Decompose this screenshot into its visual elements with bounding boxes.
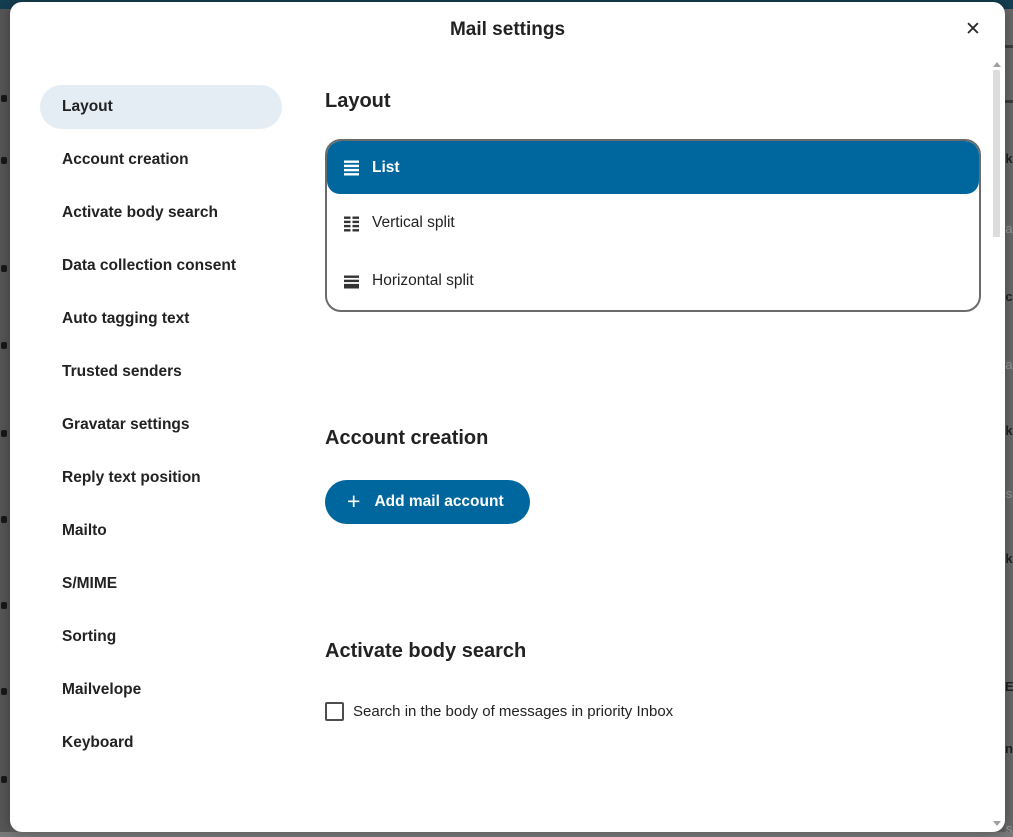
section-layout: Layout List Vertical split Horizontal spli…: [325, 88, 981, 312]
plus-icon: +: [347, 490, 360, 513]
backdrop-app-icon-fragment: [1, 430, 7, 437]
backdrop-text-fragment: k: [1005, 424, 1013, 437]
backdrop-app-icon-fragment: [1, 95, 7, 102]
body-search-heading: Activate body search: [325, 638, 981, 664]
add-mail-account-button[interactable]: + Add mail account: [325, 480, 530, 524]
content-scrollbar[interactable]: [992, 60, 1000, 828]
sidebar-item-account-creation[interactable]: Account creation: [40, 138, 282, 182]
backdrop-divider-fragment: [1005, 100, 1013, 103]
sidebar-item-sorting[interactable]: Sorting: [40, 615, 282, 659]
layout-option-vertical-split[interactable]: Vertical split: [327, 194, 979, 252]
layout-option-label: Vertical split: [372, 214, 455, 232]
layout-option-horizontal-split[interactable]: Horizontal split: [327, 252, 979, 310]
section-account-creation: Account creation + Add mail account: [325, 425, 981, 524]
backdrop-text-fragment: c: [1005, 290, 1013, 303]
backdrop-app-icon-fragment: [1, 776, 7, 783]
vertical-split-icon: [343, 215, 360, 232]
account-creation-heading: Account creation: [325, 425, 981, 451]
sidebar-item-auto-tagging-text[interactable]: Auto tagging text: [40, 297, 282, 341]
backdrop-app-icon-fragment: [1, 602, 7, 609]
list-icon: [343, 159, 360, 176]
dialog-body: Layout Account creation Activate body sear…: [10, 58, 1005, 774]
layout-heading: Layout: [325, 88, 981, 114]
backdrop-divider-fragment: [1005, 45, 1013, 48]
layout-option-group: List Vertical split Horizontal split: [325, 139, 981, 312]
add-mail-account-label: Add mail account: [374, 493, 503, 511]
body-search-checkbox-label[interactable]: Search in the body of messages in priori…: [353, 703, 673, 720]
backdrop-app-icon-fragment: [1, 516, 7, 523]
body-search-checkbox[interactable]: [325, 702, 344, 721]
sidebar-item-gravatar-settings[interactable]: Gravatar settings: [40, 403, 282, 447]
sidebar-item-data-collection-consent[interactable]: Data collection consent: [40, 244, 282, 288]
dialog-header: Mail settings ✕: [10, 2, 1005, 58]
close-button[interactable]: ✕: [958, 14, 988, 44]
backdrop-app-icon-fragment: [1, 688, 7, 695]
mail-settings-dialog: Mail settings ✕ LayoutAccount creationAc…: [10, 2, 1005, 832]
dialog-title: Mail settings: [10, 2, 1005, 41]
close-icon: ✕: [965, 18, 981, 41]
settings-nav: Layout Account creation Activate body sear…: [40, 85, 282, 774]
sidebar-item-keyboard[interactable]: Keyboard: [40, 721, 282, 765]
sidebar-item-layout[interactable]: Layout: [40, 85, 282, 129]
layout-option-label: Horizontal split: [372, 272, 474, 290]
settings-content: Layout List Vertical split Horizontal spli…: [325, 88, 981, 721]
backdrop-text-fragment: E: [1005, 680, 1013, 693]
backdrop-bottom-strip: [0, 832, 1013, 837]
sidebar-item-reply-text-position[interactable]: Reply text position: [40, 456, 282, 500]
section-body-search: Activate body search Search in the body …: [325, 638, 981, 721]
backdrop-text-fragment: n: [1005, 742, 1013, 755]
backdrop-text-fragment: a: [1005, 222, 1013, 235]
backdrop-text-fragment: a: [1005, 358, 1013, 371]
layout-option-label: List: [372, 159, 400, 177]
backdrop-right-strip: kacakskEns: [1005, 9, 1013, 837]
backdrop-app-icon-fragment: [1, 265, 7, 272]
backdrop-app-icon-fragment: [1, 157, 7, 164]
scrollbar-thumb[interactable]: [993, 70, 1000, 237]
horizontal-split-icon: [343, 273, 360, 290]
body-search-checkbox-row[interactable]: Search in the body of messages in priori…: [325, 702, 981, 721]
sidebar-item-s-mime[interactable]: S/MIME: [40, 562, 282, 606]
backdrop-text-fragment: s: [1005, 487, 1013, 500]
scroll-down-arrow-icon[interactable]: [993, 821, 1001, 826]
scroll-up-arrow-icon[interactable]: [993, 62, 1001, 67]
backdrop-left-strip: [0, 9, 10, 837]
sidebar-item-mailvelope[interactable]: Mailvelope: [40, 668, 282, 712]
sidebar-item-activate-body-search[interactable]: Activate body search: [40, 191, 282, 235]
backdrop-text-fragment: k: [1005, 152, 1013, 165]
sidebar-item-mailto[interactable]: Mailto: [40, 509, 282, 553]
sidebar-item-trusted-senders[interactable]: Trusted senders: [40, 350, 282, 394]
backdrop-app-icon-fragment: [1, 342, 7, 349]
layout-option-list[interactable]: List: [327, 141, 979, 194]
backdrop-text-fragment: k: [1005, 552, 1013, 565]
